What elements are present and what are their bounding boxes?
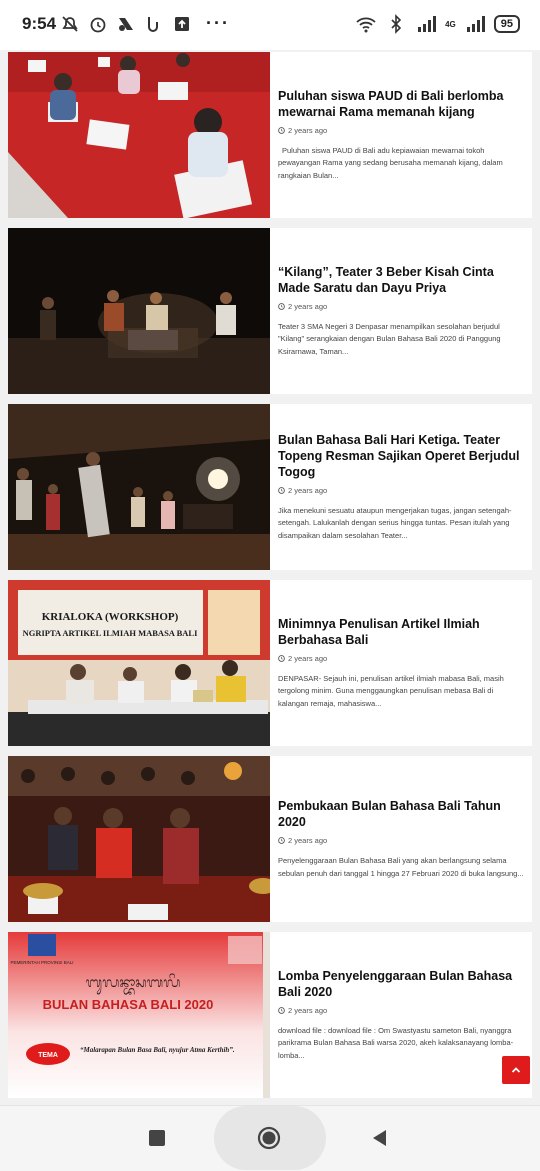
article-card[interactable]: Pembukaan Bulan Bahasa Bali Tahun 2020 2… xyxy=(8,756,532,922)
article-title[interactable]: “Kilang”, Teater 3 Beber Kisah Cinta Mad… xyxy=(278,264,524,296)
article-card[interactable]: Bulan Bahasa Bali Hari Ketiga. Teater To… xyxy=(8,404,532,570)
article-excerpt: download file : download file : Om Swast… xyxy=(278,1025,514,1060)
poster-title: BULAN BAHASA BALI 2020 xyxy=(43,997,214,1012)
article-title[interactable]: Bulan Bahasa Bali Hari Ketiga. Teater To… xyxy=(278,432,524,480)
article-date: 2 years ago xyxy=(288,485,328,495)
article-thumbnail[interactable] xyxy=(8,228,270,394)
signal-icon xyxy=(418,16,437,32)
article-date: 2 years ago xyxy=(288,125,328,135)
clock-icon xyxy=(278,837,285,844)
app-logo-icon xyxy=(119,17,133,31)
article-info: “Kilang”, Teater 3 Beber Kisah Cinta Mad… xyxy=(278,228,524,394)
article-thumbnail[interactable]: PEMERINTAH PROVINSI BALI ᬩᬸᬮᬦ᭄ᬪᬵᬲᬩᬮᬶ BUL… xyxy=(8,932,270,1098)
clock-icon xyxy=(278,486,285,494)
article-meta: 2 years ago xyxy=(278,1006,524,1015)
article-excerpt: DENPASAR- Sejauh ini, penulisan artikel … xyxy=(278,673,504,708)
article-meta: 2 years ago xyxy=(278,126,524,135)
bluetooth-icon xyxy=(391,14,402,34)
article-date: 2 years ago xyxy=(288,836,328,845)
clock-icon xyxy=(278,1006,285,1014)
recent-apps-button[interactable] xyxy=(149,1130,165,1146)
article-date: 2 years ago xyxy=(288,301,328,311)
article-card[interactable]: “Kilang”, Teater 3 Beber Kisah Cinta Mad… xyxy=(8,228,532,394)
article-title[interactable]: Lomba Penyelenggaraan Bulan Bahasa Bali … xyxy=(278,968,524,1000)
poster-org: PEMERINTAH PROVINSI BALI xyxy=(11,960,74,965)
upload-icon xyxy=(175,16,189,31)
article-info: Bulan Bahasa Bali Hari Ketiga. Teater To… xyxy=(278,404,524,570)
signal-4g-icon xyxy=(466,16,485,32)
article-thumbnail[interactable] xyxy=(8,756,270,922)
battery-indicator: 95 xyxy=(493,15,520,33)
scroll-top-button[interactable] xyxy=(502,1056,530,1084)
status-system-icons: 4G 95 xyxy=(355,14,520,34)
article-excerpt: Jika menekuni sesuatu ataupun mengerjaka… xyxy=(278,505,512,540)
muted-notification-icon xyxy=(62,15,78,32)
article-title[interactable]: Minimnya Penulisan Artikel Ilmiah Berbah… xyxy=(278,616,524,648)
status-notification-icons: ··· xyxy=(60,13,230,34)
article-title[interactable]: Pembukaan Bulan Bahasa Bali Tahun 2020 xyxy=(278,798,524,830)
poster-tema: TEMA xyxy=(38,1052,58,1059)
banner-line-2: NGRIPTA ARTIKEL ILMIAH MABASA BALI xyxy=(23,628,198,638)
wifi-icon xyxy=(356,17,376,33)
article-meta: 2 years ago xyxy=(278,836,524,845)
article-date: 2 years ago xyxy=(288,653,328,663)
article-meta: 2 years ago xyxy=(278,486,524,495)
article-date: 2 years ago xyxy=(288,1005,328,1015)
article-info: Minimnya Penulisan Artikel Ilmiah Berbah… xyxy=(278,580,524,746)
back-button[interactable] xyxy=(371,1129,389,1147)
article-excerpt: Teater 3 SMA Negeri 3 Denpasar menampilk… xyxy=(278,321,501,356)
article-card[interactable]: PEMERINTAH PROVINSI BALI ᬩᬸᬮᬦ᭄ᬪᬵᬲᬩᬮᬶ BUL… xyxy=(8,932,532,1098)
article-thumbnail[interactable]: KRIALOKA (WORKSHOP) NGRIPTA ARTIKEL ILMI… xyxy=(8,580,270,746)
system-navigation-bar xyxy=(0,1105,540,1171)
article-info: Puluhan siswa PAUD di Bali berlomba mewa… xyxy=(278,52,524,218)
article-card[interactable]: KRIALOKA (WORKSHOP) NGRIPTA ARTIKEL ILMI… xyxy=(8,580,532,746)
article-thumbnail[interactable] xyxy=(8,52,270,218)
article-card[interactable]: Puluhan siswa PAUD di Bali berlomba mewa… xyxy=(8,52,532,218)
article-info: Pembukaan Bulan Bahasa Bali Tahun 2020 2… xyxy=(278,756,524,922)
clock-icon xyxy=(278,654,285,662)
banner-line-1: KRIALOKA (WORKSHOP) xyxy=(42,611,179,623)
clock-icon xyxy=(278,126,285,134)
article-info: Lomba Penyelenggaraan Bulan Bahasa Bali … xyxy=(278,932,524,1098)
chevron-up-icon xyxy=(511,1067,521,1073)
network-type-label: 4G xyxy=(445,19,456,29)
article-title[interactable]: Puluhan siswa PAUD di Bali berlomba mewa… xyxy=(278,88,524,120)
article-meta: 2 years ago xyxy=(278,654,524,663)
status-time: 9:54 xyxy=(22,14,57,33)
alarm-icon xyxy=(90,17,106,32)
app-notification-icon xyxy=(148,16,158,32)
clock-icon xyxy=(278,302,285,310)
article-thumbnail[interactable] xyxy=(8,404,270,570)
poster-quote: “Malarapan Bulan Basa Bali, nyujur Atma … xyxy=(80,1046,235,1054)
status-bar: 9:54 ··· 4G 95 xyxy=(0,0,540,50)
article-meta: 2 years ago xyxy=(278,302,524,311)
article-excerpt: Puluhan siswa PAUD di Bali adu kepiawaia… xyxy=(278,145,503,180)
more-notifications-icon: ··· xyxy=(206,13,230,33)
home-button[interactable] xyxy=(257,1126,281,1150)
article-excerpt: Penyelenggaraan Bulan Bahasa Bali yang a… xyxy=(278,856,524,878)
